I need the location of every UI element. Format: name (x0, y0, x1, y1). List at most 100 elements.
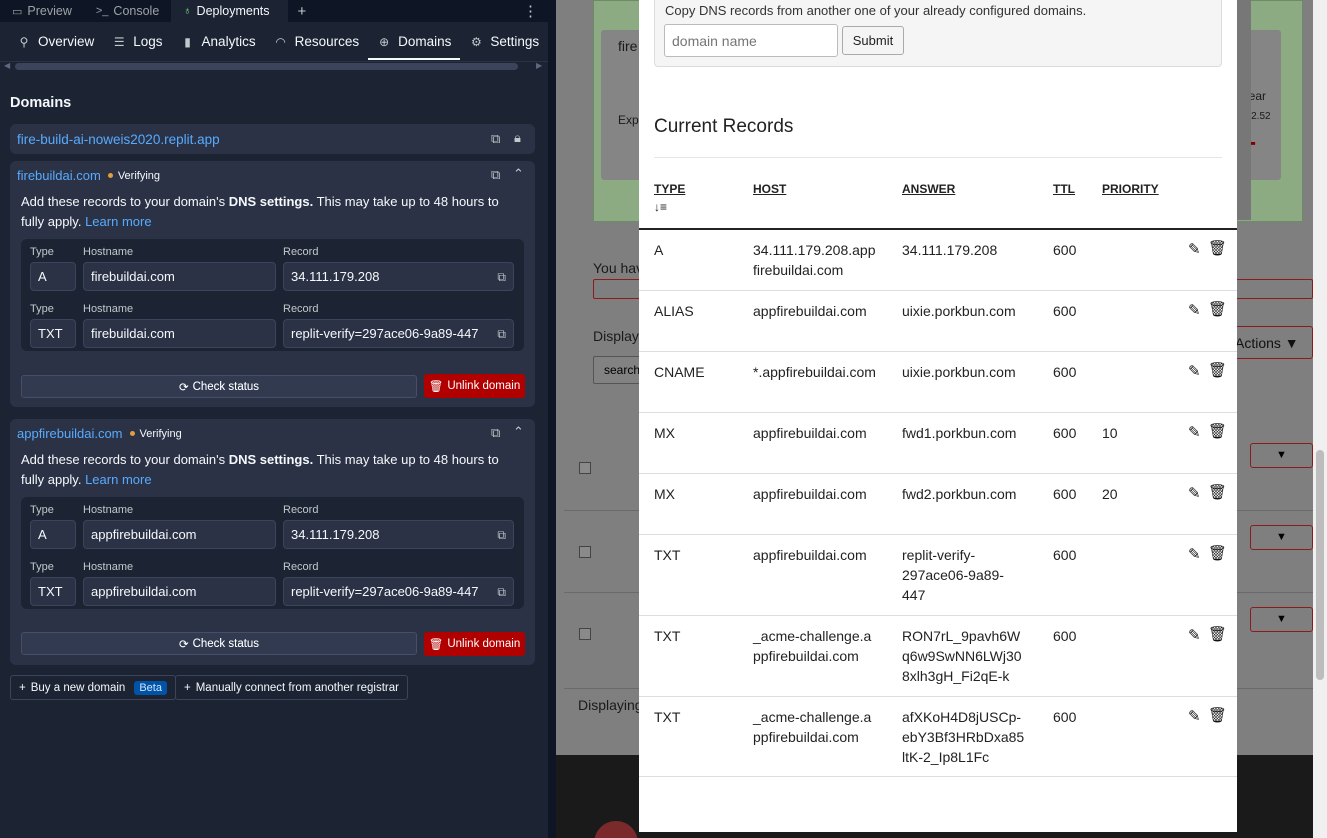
subnav-settings[interactable]: ⚙ Settings (460, 22, 548, 62)
domain-link[interactable]: appfirebuildai.com (17, 426, 123, 441)
tab-console[interactable]: >_ Console (84, 0, 171, 22)
table-row: MX appfirebuildai.com fwd2.porkbun.com 6… (639, 474, 1237, 535)
trash-icon[interactable]: 🗑︎ (1208, 483, 1227, 501)
plus-icon: + (19, 681, 26, 694)
subnav-logs[interactable]: ☰ Logs (103, 22, 171, 62)
scroll-left-arrow-icon[interactable]: ◀ (4, 61, 10, 70)
cell-answer: 34.111.179.208 (902, 242, 998, 258)
col-type-header[interactable]: TYPE (654, 182, 685, 196)
row-checkbox[interactable] (579, 462, 591, 474)
replit-domain-link[interactable]: fire-build-ai-noweis2020.replit.app (17, 132, 220, 147)
scroll-right-arrow-icon[interactable]: ▶ (536, 61, 542, 70)
pencil-icon[interactable]: ✎ (1188, 545, 1201, 563)
trash-icon[interactable]: 🗑︎ (1208, 422, 1227, 440)
subnav-resources[interactable]: ◠ Resources (265, 22, 369, 62)
globe-icon: ⊕ (379, 34, 390, 49)
col-ttl-header[interactable]: TTL (1053, 182, 1075, 196)
learn-more-link[interactable]: Learn more (85, 472, 151, 487)
manual-connect-button[interactable]: + Manually connect from another registrar (175, 675, 408, 700)
learn-more-link[interactable]: Learn more (85, 214, 151, 229)
cell-host: appfirebuildai.com (753, 303, 867, 319)
unlink-domain-button[interactable]: 🗑︎ Unlink domain (424, 632, 525, 656)
type-label: Type (30, 246, 54, 258)
offer-scrollbar[interactable] (1237, 0, 1251, 220)
cell-type: MX (654, 425, 675, 441)
subnav-overview[interactable]: ⚲ Overview (8, 22, 103, 62)
custom-domain-card: firebuildai.com Verifying ⧉ ⌃ Add these … (10, 161, 535, 407)
pencil-icon[interactable]: ✎ (1188, 484, 1201, 502)
dns-instructions: Add these records to your domain's DNS s… (21, 192, 523, 232)
plus-icon: + (184, 681, 191, 694)
submit-button[interactable]: Submit (842, 26, 904, 55)
cell-answer: afXKoH4D8jUSCp-ebY3Bf3HRbDxa85ltK-2_Ip8L… (902, 709, 1025, 765)
copy-icon[interactable]: ⧉ (491, 167, 500, 183)
current-records-title: Current Records (654, 116, 794, 137)
button-label: Manually connect from another registrar (195, 681, 399, 694)
domain-link[interactable]: firebuildai.com (17, 168, 101, 183)
page-scrollbar-thumb[interactable] (1316, 450, 1324, 680)
check-status-button[interactable]: ⟳ Check status (21, 375, 417, 398)
sort-icon[interactable]: ↓≡ (654, 200, 667, 214)
domain-header: appfirebuildai.com Verifying (17, 426, 182, 441)
row-checkbox[interactable] (579, 628, 591, 640)
tab-preview[interactable]: ▭ Preview (0, 0, 84, 22)
chevron-up-icon[interactable]: ⌃ (513, 166, 524, 182)
trash-icon[interactable]: 🗑︎ (1208, 544, 1227, 562)
copy-records-text: Copy DNS records from another one of you… (665, 3, 1087, 18)
table-row: MX appfirebuildai.com fwd1.porkbun.com 6… (639, 413, 1237, 474)
col-priority-header[interactable]: PRIORITY (1102, 182, 1159, 196)
unlink-domain-button[interactable]: 🗑︎ Unlink domain (424, 374, 525, 398)
chevron-up-icon[interactable]: ⌃ (513, 424, 524, 440)
pencil-icon[interactable]: ✎ (1188, 707, 1201, 725)
cell-type: A (654, 242, 664, 258)
trash-icon[interactable]: 🗑︎ (1208, 239, 1227, 257)
check-status-button[interactable]: ⟳ Check status (21, 632, 417, 655)
row-dropdown[interactable]: ▼ (1250, 525, 1313, 550)
pencil-icon[interactable]: ✎ (1188, 240, 1201, 258)
subnav-domains[interactable]: ⊕ Domains (368, 22, 461, 62)
row-checkbox[interactable] (579, 546, 591, 558)
pencil-icon[interactable]: ✎ (1188, 423, 1201, 441)
row-dropdown[interactable]: ▼ (1250, 607, 1313, 632)
col-answer-header[interactable]: ANSWER (902, 182, 955, 196)
copy-icon[interactable]: ⧉ (497, 528, 506, 543)
record-value: replit-verify=297ace06-9a89-447 (291, 584, 479, 599)
record-value: replit-verify=297ace06-9a89-447 (291, 326, 479, 341)
row-dropdown[interactable]: ▼ (1250, 443, 1313, 468)
copy-icon[interactable]: ⧉ (491, 131, 500, 147)
add-tab-button[interactable]: + (288, 3, 317, 20)
instructions-text: Add these records to your domain's (21, 194, 229, 209)
copy-icon[interactable]: ⧉ (493, 585, 506, 600)
record-value-field: replit-verify=297ace06-9a89-447 ⧉ (283, 319, 514, 348)
button-label: Check status (192, 637, 260, 650)
page-scrollbar-track[interactable] (1313, 0, 1327, 838)
dns-records-modal: Copy DNS records from another one of you… (639, 0, 1237, 832)
pencil-icon[interactable]: ✎ (1188, 301, 1201, 319)
pencil-icon[interactable]: ✎ (1188, 362, 1201, 380)
record-label: Record (283, 504, 319, 516)
pencil-icon[interactable]: ✎ (1188, 626, 1201, 644)
pane-divider[interactable] (548, 0, 556, 838)
beta-badge: Beta (134, 680, 167, 695)
trash-icon[interactable]: 🗑︎ (1208, 361, 1227, 379)
copy-icon[interactable]: ⧉ (491, 425, 500, 441)
subnav-analytics[interactable]: ▮ Analytics (172, 22, 265, 62)
cell-ttl: 600 (1053, 628, 1077, 644)
horizontal-scrollbar[interactable] (15, 63, 518, 70)
domain-name-input[interactable] (664, 24, 838, 57)
cell-answer: fwd2.porkbun.com (902, 486, 1017, 502)
tab-deployments[interactable]: ♁ Deployments (171, 0, 288, 22)
dns-records-box: Type Hostname Record A firebuildai.com 3… (21, 239, 524, 351)
workspace-tab-bar: ▭ Preview >_ Console ♁ Deployments + ⋮ (0, 0, 548, 22)
offer-expiry-text: Exp (618, 113, 639, 127)
col-host-header[interactable]: HOST (753, 182, 786, 196)
trash-icon[interactable]: 🗑︎ (1208, 625, 1227, 643)
more-options-icon[interactable]: ⋮ (513, 2, 548, 20)
display-label: Display (593, 328, 639, 344)
copy-icon[interactable]: ⧉ (497, 270, 506, 285)
trash-icon[interactable]: 🗑︎ (1208, 706, 1227, 724)
cell-host: *.appfirebuildai.com (753, 364, 876, 380)
copy-icon[interactable]: ⧉ (493, 327, 506, 342)
buy-domain-button[interactable]: + Buy a new domain Beta (10, 675, 176, 700)
trash-icon[interactable]: 🗑︎ (1208, 300, 1227, 318)
